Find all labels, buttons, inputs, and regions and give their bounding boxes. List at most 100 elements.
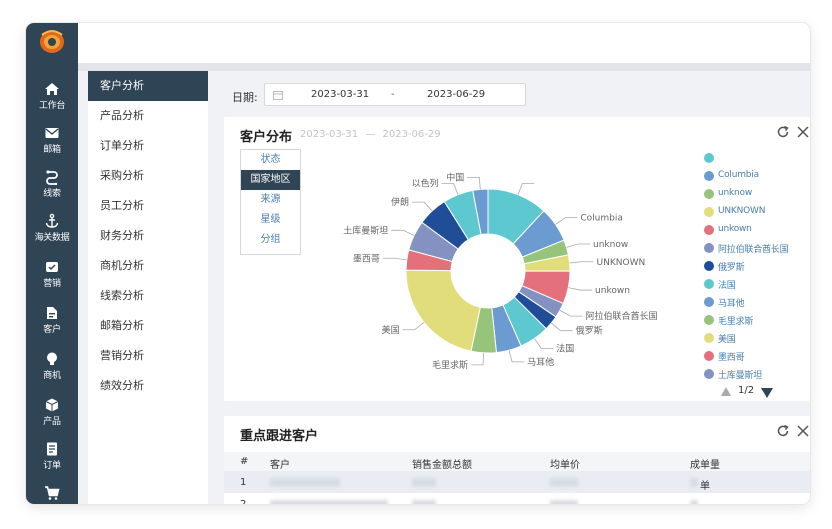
column-header-sales-total[interactable]: 销售金额总额 xyxy=(412,456,472,471)
sidebar-item-customer[interactable]: 客户 xyxy=(26,305,78,349)
legend-item[interactable] xyxy=(704,150,810,168)
legend-label: 法国 xyxy=(718,281,736,291)
sidebar-item-marketing[interactable]: 营销 xyxy=(26,259,78,303)
sidebar-item-order[interactable]: 订单 xyxy=(26,441,78,485)
card-date-range: 2023-03-31 — 2023-06-29 xyxy=(300,129,445,140)
sidebar-item-customs-data[interactable]: 海关数据 xyxy=(26,213,78,257)
pie-label-leader-line xyxy=(467,177,481,190)
redacted-avg-price xyxy=(550,478,578,487)
customer-icon xyxy=(47,307,57,319)
range-separator: — xyxy=(365,129,376,140)
legend-item[interactable]: 俄罗斯 xyxy=(704,258,810,276)
date-range-picker[interactable]: 2023-03-31 - 2023-06-29 xyxy=(264,83,526,106)
table-header: # 客户 销售金额总额 均单价 成单量 xyxy=(224,452,810,471)
pie-label-leader-line xyxy=(568,287,593,291)
legend-item[interactable]: Columbia xyxy=(704,168,810,186)
pie-slice-label: unkown xyxy=(595,286,630,296)
pie-label-leader-line xyxy=(508,350,525,363)
date-end[interactable]: 2023-06-29 xyxy=(427,89,485,100)
legend-next-page-button[interactable] xyxy=(761,388,773,398)
card-title: 客户分布 xyxy=(240,130,293,145)
legend-label: Columbia xyxy=(718,170,759,180)
order-icon xyxy=(47,442,57,456)
column-header-deal-count[interactable]: 成单量 xyxy=(690,456,720,471)
legend-label: unknow xyxy=(718,188,752,198)
legend-item[interactable]: 阿拉伯联合酋长国 xyxy=(704,240,810,258)
sidebar-item-label: 海关数据 xyxy=(34,233,70,243)
top-divider xyxy=(78,63,810,71)
legend-label: 俄罗斯 xyxy=(718,263,745,273)
submenu-item-employee-analysis[interactable]: 员工分析 xyxy=(88,191,208,221)
submenu-item-product-analysis[interactable]: 产品分析 xyxy=(88,101,208,131)
sidebar-item-leads[interactable]: 线索 xyxy=(26,169,78,213)
app-window: 工作台 邮箱 线索 海关数据 营销 客户 商机 产品 订单 客户分析 产品分析 … xyxy=(26,23,810,504)
legend-swatch xyxy=(704,333,714,343)
redacted-customer-name xyxy=(270,500,388,504)
submenu-item-mail-analysis[interactable]: 邮箱分析 xyxy=(88,311,208,341)
submenu-item-customer-analysis[interactable]: 客户分析 xyxy=(88,71,208,101)
pie-slice-label: 美国 xyxy=(382,324,400,336)
app-logo-icon xyxy=(40,30,64,53)
submenu-item-finance-analysis[interactable]: 财务分析 xyxy=(88,221,208,251)
followup-table: # 客户 销售金额总额 均单价 成单量 1 单 2 xyxy=(224,452,810,504)
legend-item[interactable]: UNKNOWN xyxy=(704,204,810,222)
legend-prev-page-button[interactable] xyxy=(721,387,731,396)
pie-label-leader-line xyxy=(402,321,425,331)
pie-slice[interactable] xyxy=(405,269,481,352)
legend-item[interactable]: unkown xyxy=(704,222,810,240)
sidebar-item-product[interactable]: 产品 xyxy=(26,397,78,441)
date-start[interactable]: 2023-03-31 xyxy=(311,89,369,100)
pie-slice-label: 法国 xyxy=(556,342,574,354)
pie-label-leader-line xyxy=(391,229,415,236)
legend-item[interactable]: 美国 xyxy=(704,330,810,348)
sidebar-item-opportunity[interactable]: 商机 xyxy=(26,351,78,395)
submenu-item-marketing-analysis[interactable]: 营销分析 xyxy=(88,341,208,371)
refresh-icon[interactable] xyxy=(776,125,790,139)
legend-item[interactable]: unknow xyxy=(704,186,810,204)
submenu-item-performance-analysis[interactable]: 绩效分析 xyxy=(88,371,208,401)
calendar-icon xyxy=(273,91,283,100)
pie-label-leader-line xyxy=(551,322,573,332)
close-icon[interactable] xyxy=(796,125,810,139)
sidebar-item-label: 线索 xyxy=(43,189,61,199)
submenu-item-opportunity-analysis[interactable]: 商机分析 xyxy=(88,251,208,281)
legend-swatch xyxy=(704,315,714,325)
pie-slice-label: 以色列 xyxy=(412,178,439,190)
legend-label: 马耳他 xyxy=(718,299,745,309)
column-header-customer[interactable]: 客户 xyxy=(270,456,290,471)
legend-label: unkown xyxy=(718,224,752,234)
pie-slice-label: 中国 xyxy=(446,171,464,183)
submenu-item-purchase-analysis[interactable]: 采购分析 xyxy=(88,161,208,191)
redacted-sales-total xyxy=(412,478,436,487)
row-index: 1 xyxy=(240,477,247,488)
close-icon[interactable] xyxy=(796,424,810,438)
pie-slice-label: unknow xyxy=(593,240,628,250)
sidebar-item-label: 邮箱 xyxy=(43,145,61,155)
column-header-avg-price[interactable]: 均单价 xyxy=(550,456,580,471)
pie-label-leader-line xyxy=(441,183,459,195)
range-end: 2023-06-29 xyxy=(382,129,441,140)
submenu-item-order-analysis[interactable]: 订单分析 xyxy=(88,131,208,161)
legend-item[interactable]: 土库曼斯坦 xyxy=(704,366,810,384)
redacted-deal-count xyxy=(690,500,698,504)
legend-swatch xyxy=(704,279,714,289)
leads-icon xyxy=(46,170,58,185)
table-row[interactable]: 1 单 xyxy=(224,471,810,493)
range-start: 2023-03-31 xyxy=(300,129,359,140)
marketing-icon xyxy=(46,262,58,272)
top-bar xyxy=(78,23,810,63)
sidebar-item-mail[interactable]: 邮箱 xyxy=(26,125,78,169)
legend-item[interactable]: 毛里求斯 xyxy=(704,312,810,330)
sidebar-item-workbench[interactable]: 工作台 xyxy=(26,81,78,125)
submenu-item-leads-analysis[interactable]: 线索分析 xyxy=(88,281,208,311)
legend-item[interactable]: 马耳他 xyxy=(704,294,810,312)
pie-slice-label: 土库曼斯坦 xyxy=(343,224,388,236)
pie-slice-label: 毛里求斯 xyxy=(432,359,468,371)
legend-item[interactable]: 墨西哥 xyxy=(704,348,810,366)
pie-label-leader-line xyxy=(517,183,535,195)
redacted-customer-name xyxy=(270,478,340,487)
refresh-icon[interactable] xyxy=(776,424,790,438)
sidebar-item-cart[interactable] xyxy=(26,485,78,504)
table-row[interactable]: 2 xyxy=(224,493,810,504)
legend-item[interactable]: 法国 xyxy=(704,276,810,294)
